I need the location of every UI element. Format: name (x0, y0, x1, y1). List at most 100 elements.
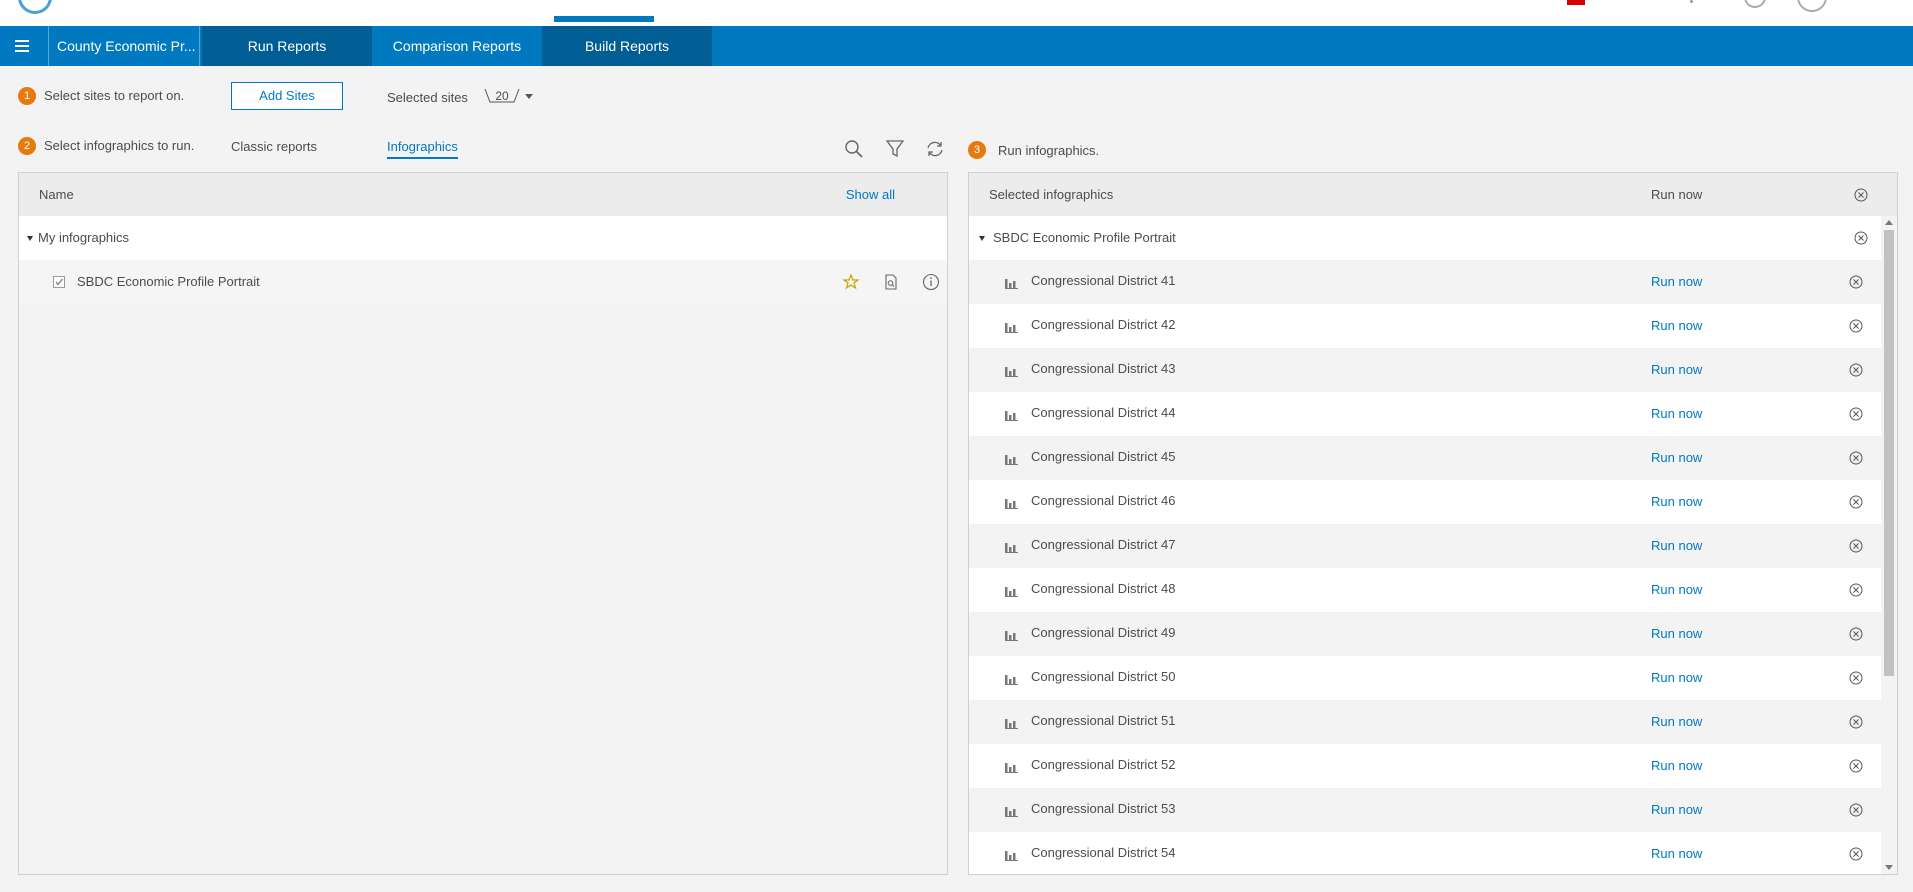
bar-chart-icon (1005, 584, 1019, 597)
remove-row-icon[interactable] (1849, 275, 1863, 289)
step-2-badge: 2 (18, 137, 36, 155)
remove-row-icon[interactable] (1849, 363, 1863, 377)
remove-row-icon[interactable] (1849, 803, 1863, 817)
tab-infographics[interactable]: Infographics (387, 139, 458, 159)
group-my-infographics[interactable]: My infographics (19, 216, 947, 260)
filter-icon[interactable] (884, 138, 906, 160)
bar-chart-icon (1005, 408, 1019, 421)
flag-icon[interactable] (1567, 0, 1585, 5)
remove-row-icon[interactable] (1849, 319, 1863, 333)
table-row: Congressional District 52 Run now (969, 744, 1881, 788)
tab-run-reports[interactable]: Run Reports (202, 26, 372, 66)
run-now-link[interactable]: Run now (1651, 626, 1702, 641)
remove-group-icon[interactable] (1854, 231, 1868, 245)
step-3-badge: 3 (968, 141, 986, 159)
run-now-link[interactable]: Run now (1651, 582, 1702, 597)
table-row: Congressional District 51 Run now (969, 700, 1881, 744)
show-all-link[interactable]: Show all (846, 187, 895, 202)
scrollbar[interactable] (1881, 216, 1897, 874)
item-label: SBDC Economic Profile Portrait (77, 274, 260, 289)
item-checkbox[interactable] (53, 276, 65, 288)
scroll-down-icon[interactable] (1885, 865, 1893, 870)
infographics-list-panel: Name Show all My infographics SBDC Econo… (18, 172, 948, 875)
menu-icon[interactable] (0, 26, 44, 66)
table-row: Congressional District 45 Run now (969, 436, 1881, 480)
main-navbar: County Economic Pr... Run Reports Compar… (0, 26, 1913, 66)
run-now-link[interactable]: Run now (1651, 802, 1702, 817)
help-icon[interactable] (1690, 0, 1693, 3)
row-name: Congressional District 48 (1031, 581, 1176, 596)
collapse-triangle-icon[interactable] (979, 236, 985, 241)
remove-all-icon[interactable] (1854, 188, 1868, 202)
bar-chart-icon (1005, 804, 1019, 817)
table-row: Congressional District 44 Run now (969, 392, 1881, 436)
table-row: Congressional District 47 Run now (969, 524, 1881, 568)
step-3-text: Run infographics. (998, 143, 1100, 158)
avatar[interactable] (1797, 0, 1827, 12)
remove-row-icon[interactable] (1849, 407, 1863, 421)
chevron-down-icon[interactable] (525, 94, 533, 99)
step-1-text: Select sites to report on. (44, 88, 185, 103)
bar-chart-icon (1005, 276, 1019, 289)
table-row: Congressional District 54 Run now (969, 832, 1881, 874)
run-now-link[interactable]: Run now (1651, 318, 1702, 333)
tab-classic-reports[interactable]: Classic reports (231, 139, 317, 154)
selected-sites-count[interactable]: 20 (483, 88, 521, 104)
run-now-link[interactable]: Run now (1651, 274, 1702, 289)
search-icon[interactable] (843, 138, 865, 160)
row-name: Congressional District 49 (1031, 625, 1176, 640)
run-now-link[interactable]: Run now (1651, 714, 1702, 729)
run-now-link[interactable]: Run now (1651, 846, 1702, 861)
remove-row-icon[interactable] (1849, 495, 1863, 509)
table-row: Congressional District 46 Run now (969, 480, 1881, 524)
selected-infographics-panel: Selected infographics Run now SBDC Econo… (968, 172, 1898, 875)
remove-row-icon[interactable] (1849, 539, 1863, 553)
table-row: Congressional District 53 Run now (969, 788, 1881, 832)
bar-chart-icon (1005, 540, 1019, 553)
table-row: Congressional District 43 Run now (969, 348, 1881, 392)
run-now-link[interactable]: Run now (1651, 538, 1702, 553)
column-selected-infographics: Selected infographics (989, 187, 1114, 202)
document-preview-icon[interactable] (881, 272, 901, 292)
refresh-icon[interactable] (924, 138, 946, 160)
run-now-link[interactable]: Run now (1651, 362, 1702, 377)
run-now-link[interactable]: Run now (1651, 450, 1702, 465)
row-name: Congressional District 52 (1031, 757, 1176, 772)
group-sbdc-economic-profile[interactable]: SBDC Economic Profile Portrait (969, 216, 1881, 260)
scroll-up-icon[interactable] (1885, 220, 1893, 225)
bar-chart-icon (1005, 716, 1019, 729)
gear-icon[interactable] (1744, 0, 1766, 8)
column-name[interactable]: Name (39, 187, 74, 202)
remove-row-icon[interactable] (1849, 583, 1863, 597)
tab-build-reports[interactable]: Build Reports (542, 26, 712, 66)
bar-chart-icon (1005, 364, 1019, 377)
info-icon[interactable] (921, 272, 941, 292)
remove-row-icon[interactable] (1849, 715, 1863, 729)
collapse-triangle-icon[interactable] (27, 236, 33, 241)
remove-row-icon[interactable] (1849, 847, 1863, 861)
run-now-link[interactable]: Run now (1651, 670, 1702, 685)
top-strip (0, 0, 1913, 26)
active-tab-indicator (554, 16, 654, 22)
list-item[interactable]: SBDC Economic Profile Portrait (19, 260, 947, 304)
remove-row-icon[interactable] (1849, 627, 1863, 641)
tab-comparison-reports[interactable]: Comparison Reports (372, 26, 542, 66)
remove-row-icon[interactable] (1849, 759, 1863, 773)
selected-header: Selected infographics Run now (969, 173, 1897, 216)
scrollbar-thumb[interactable] (1884, 230, 1894, 676)
add-sites-button[interactable]: Add Sites (231, 82, 343, 110)
run-now-link[interactable]: Run now (1651, 758, 1702, 773)
bar-chart-icon (1005, 496, 1019, 509)
star-icon[interactable] (841, 272, 861, 292)
row-name: Congressional District 42 (1031, 317, 1176, 332)
table-row: Congressional District 49 Run now (969, 612, 1881, 656)
row-name: Congressional District 51 (1031, 713, 1176, 728)
run-now-link[interactable]: Run now (1651, 494, 1702, 509)
project-title[interactable]: County Economic Pr... (48, 26, 200, 66)
selected-rows: Congressional District 41 Run now Congre… (969, 260, 1881, 874)
remove-row-icon[interactable] (1849, 451, 1863, 465)
run-now-link[interactable]: Run now (1651, 406, 1702, 421)
remove-row-icon[interactable] (1849, 671, 1863, 685)
table-row: Congressional District 41 Run now (969, 260, 1881, 304)
row-name: Congressional District 47 (1031, 537, 1176, 552)
